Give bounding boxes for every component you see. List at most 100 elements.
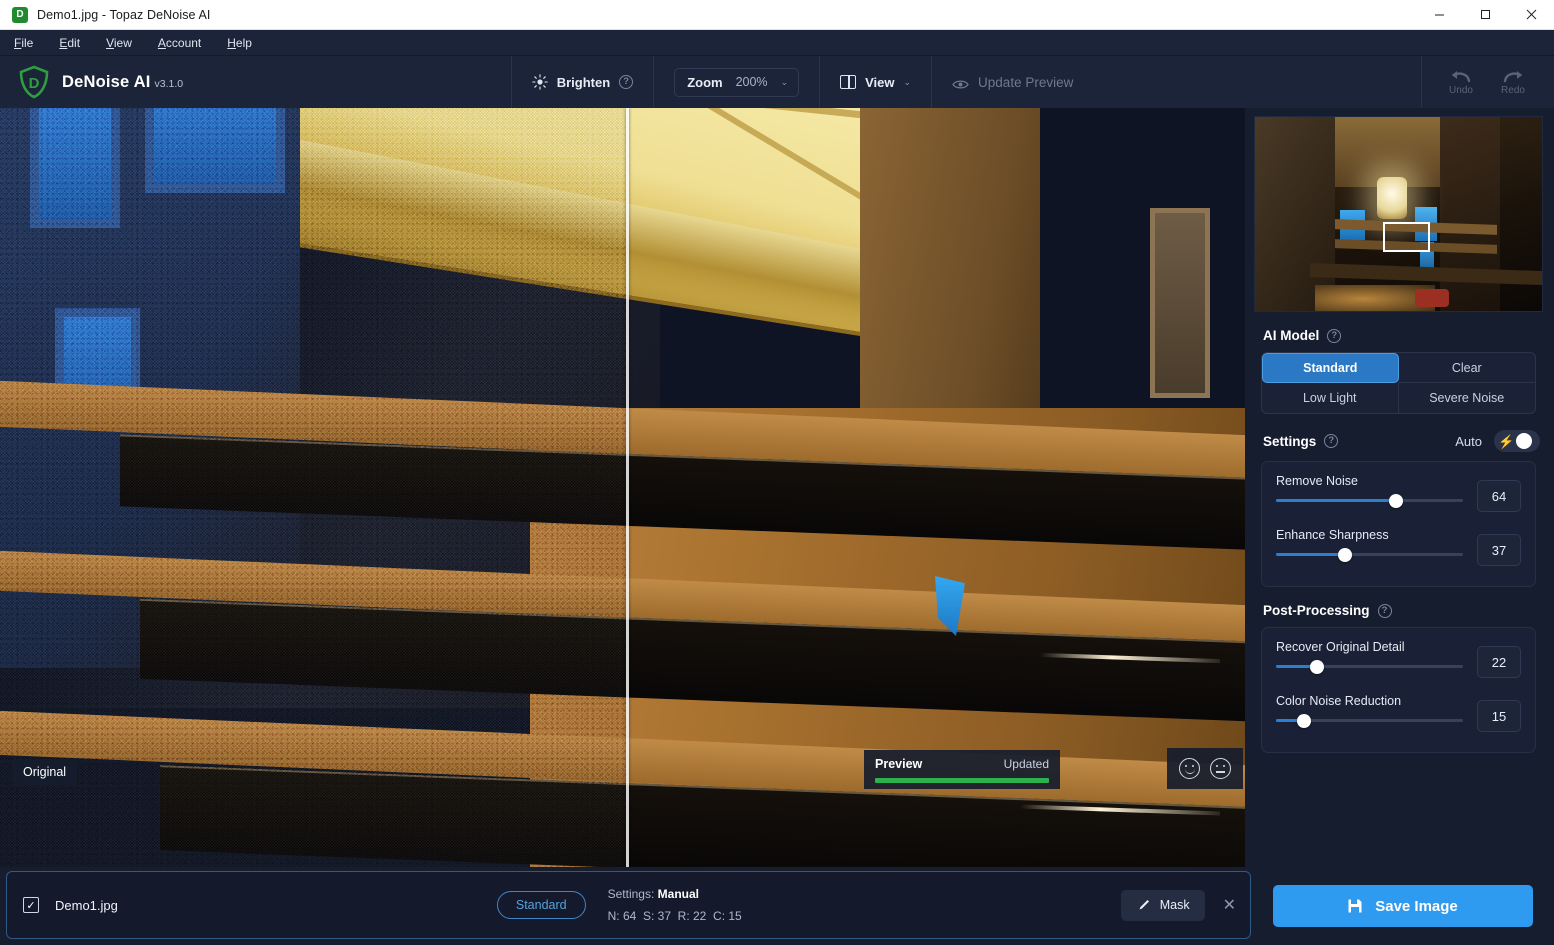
slider-remove-noise-knob[interactable]	[1388, 493, 1403, 508]
ai-model-title: AI Model	[1263, 328, 1320, 343]
navigator-viewport-rect[interactable]	[1383, 222, 1430, 252]
menu-bar: File Edit View Account Help	[0, 30, 1554, 56]
preview-updated-status: Updated	[1003, 757, 1049, 771]
file-checkbox[interactable]: ✓	[23, 897, 39, 913]
slider-color-noise-reduction-knob[interactable]	[1297, 713, 1312, 728]
slider-remove-noise-main: Remove Noise	[1276, 474, 1463, 508]
neutral-eye-left	[1216, 765, 1219, 768]
slider-remove-noise-label: Remove Noise	[1276, 474, 1358, 488]
mask-button[interactable]: Mask	[1120, 889, 1205, 921]
menu-item-file[interactable]: File	[14, 36, 33, 50]
slider-color-noise-reduction-main: Color Noise Reduction	[1276, 694, 1463, 728]
brand-text: DeNoise AI v3.1.0	[62, 73, 183, 92]
slider-color-noise-reduction-track[interactable]	[1276, 713, 1463, 728]
ai-model-help-icon[interactable]: ?	[1327, 328, 1342, 343]
maximize-button[interactable]	[1462, 0, 1508, 30]
preview-status-bar: Preview Updated	[864, 750, 1060, 789]
save-disk-icon	[1347, 898, 1363, 914]
auto-toggle-knob	[1516, 433, 1532, 449]
ai-model-header: AI Model ?	[1253, 312, 1544, 352]
slider-remove-noise-value[interactable]: 64	[1477, 480, 1521, 512]
post-processing-help-icon[interactable]: ?	[1377, 603, 1392, 618]
auto-label: Auto	[1455, 433, 1482, 449]
window-controls	[1416, 0, 1554, 30]
smiley-face-icon[interactable]	[1179, 758, 1200, 779]
update-preview-control[interactable]: Update Preview	[931, 56, 1093, 108]
ai-model-option-standard[interactable]: Standard	[1262, 353, 1399, 383]
menu-item-help[interactable]: Help	[227, 36, 252, 50]
remove-file-icon[interactable]: ✕	[1223, 895, 1236, 915]
title-bar-left: D Demo1.jpg - Topaz DeNoise AI	[0, 6, 211, 23]
brighten-label: Brighten	[556, 74, 611, 90]
slider-recover-original-detail: Recover Original Detail 22	[1276, 640, 1521, 678]
topaz-shield-icon: D	[12, 6, 28, 23]
preview-progress-bar	[875, 778, 1049, 783]
slider-enhance-sharpness-row: Enhance Sharpness 37	[1276, 528, 1521, 566]
post-processing-header: Post-Processing ?	[1253, 587, 1544, 627]
slider-enhance-sharpness-track[interactable]	[1276, 547, 1463, 562]
image-canvas[interactable]: Original Preview Updated	[0, 108, 1245, 867]
view-control[interactable]: View ⌄	[819, 56, 931, 108]
undo-redo-group: Undo Redo	[1420, 56, 1554, 108]
title-bar: D Demo1.jpg - Topaz DeNoise AI	[0, 0, 1554, 30]
file-settings-key: Settings:	[607, 887, 655, 902]
slider-enhance-sharpness-main: Enhance Sharpness	[1276, 528, 1463, 562]
navigator-thumbnail[interactable]	[1254, 116, 1543, 312]
file-settings-line2: N: 64 S: 37 R: 22 C: 15	[608, 909, 742, 923]
close-button[interactable]	[1508, 0, 1554, 30]
slider-remove-noise-fill	[1276, 499, 1396, 502]
slider-recover-original-detail-label: Recover Original Detail	[1276, 640, 1405, 654]
ai-model-option-clear[interactable]: Clear	[1398, 353, 1535, 383]
brighten-control[interactable]: Brighten ?	[510, 56, 653, 108]
slider-recover-original-detail-knob[interactable]	[1310, 659, 1325, 674]
split-view-divider[interactable]	[626, 108, 629, 867]
minimize-button[interactable]	[1416, 0, 1462, 30]
menu-item-view[interactable]: View	[106, 36, 132, 50]
menu-label-file-rest: ile	[21, 35, 34, 50]
settings-auto-group: Auto ⚡	[1455, 430, 1540, 452]
nav-lamp	[1377, 177, 1407, 219]
noise-texture-b	[0, 108, 627, 867]
file-settings-info: Settings: Manual N: 64 S: 37 R: 22 C: 15	[608, 883, 742, 926]
slider-color-noise-reduction-value[interactable]: 15	[1477, 700, 1521, 732]
brighten-help-icon[interactable]: ?	[619, 75, 634, 89]
undo-label: Undo	[1449, 85, 1473, 96]
mask-label: Mask	[1159, 898, 1190, 912]
menu-item-edit[interactable]: Edit	[59, 36, 80, 50]
auto-toggle[interactable]: ⚡	[1494, 430, 1540, 452]
menu-item-account[interactable]: Account	[158, 36, 201, 50]
brand-name: DeNoise AI	[62, 72, 151, 91]
slider-remove-noise-track[interactable]	[1276, 493, 1463, 508]
slider-recover-original-detail-track[interactable]	[1276, 659, 1463, 674]
chevron-down-icon: ⌄	[780, 76, 789, 87]
navigator-scene	[1255, 117, 1542, 311]
slider-enhance-sharpness-value[interactable]: 37	[1477, 534, 1521, 566]
brightness-sun-icon	[531, 74, 548, 90]
undo-button[interactable]: Undo	[1442, 68, 1480, 96]
zoom-dropdown[interactable]: Zoom 200% ⌄	[674, 67, 800, 97]
file-list-item[interactable]: ✓ Demo1.jpg Standard Settings: Manual N:…	[6, 871, 1251, 939]
lightning-bolt-icon: ⚡	[1498, 433, 1515, 449]
window-title: Demo1.jpg - Topaz DeNoise AI	[37, 7, 211, 22]
neutral-mouth	[1216, 771, 1225, 773]
save-area: Save Image	[1251, 867, 1554, 945]
slider-enhance-sharpness-knob[interactable]	[1338, 547, 1353, 562]
slider-enhance-sharpness: Enhance Sharpness 37	[1276, 528, 1521, 566]
settings-title: Settings	[1263, 433, 1317, 449]
neutral-eye-right	[1222, 765, 1225, 768]
save-image-button[interactable]: Save Image	[1272, 885, 1533, 927]
right-panel: AI Model ? Standard Clear Low Light Seve…	[1245, 108, 1554, 867]
svg-text:D: D	[29, 75, 40, 92]
slider-recover-original-detail-value[interactable]: 22	[1477, 646, 1521, 678]
redo-button[interactable]: Redo	[1494, 68, 1532, 96]
preview-status-row: Preview Updated	[875, 757, 1049, 771]
settings-sliders-card: Remove Noise 64 Enhance Sharpness 37	[1261, 461, 1536, 587]
footer-bar: ✓ Demo1.jpg Standard Settings: Manual N:…	[0, 867, 1554, 945]
neutral-face-icon[interactable]	[1210, 758, 1231, 779]
ai-model-option-low-light[interactable]: Low Light	[1262, 383, 1399, 413]
file-settings-n: N: 64	[607, 909, 637, 923]
settings-help-icon[interactable]: ?	[1324, 434, 1339, 448]
ai-model-option-severe-noise[interactable]: Severe Noise	[1399, 383, 1536, 413]
menu-label-view-rest: iew	[113, 35, 132, 50]
view-chevron-down-icon: ⌄	[903, 76, 912, 87]
